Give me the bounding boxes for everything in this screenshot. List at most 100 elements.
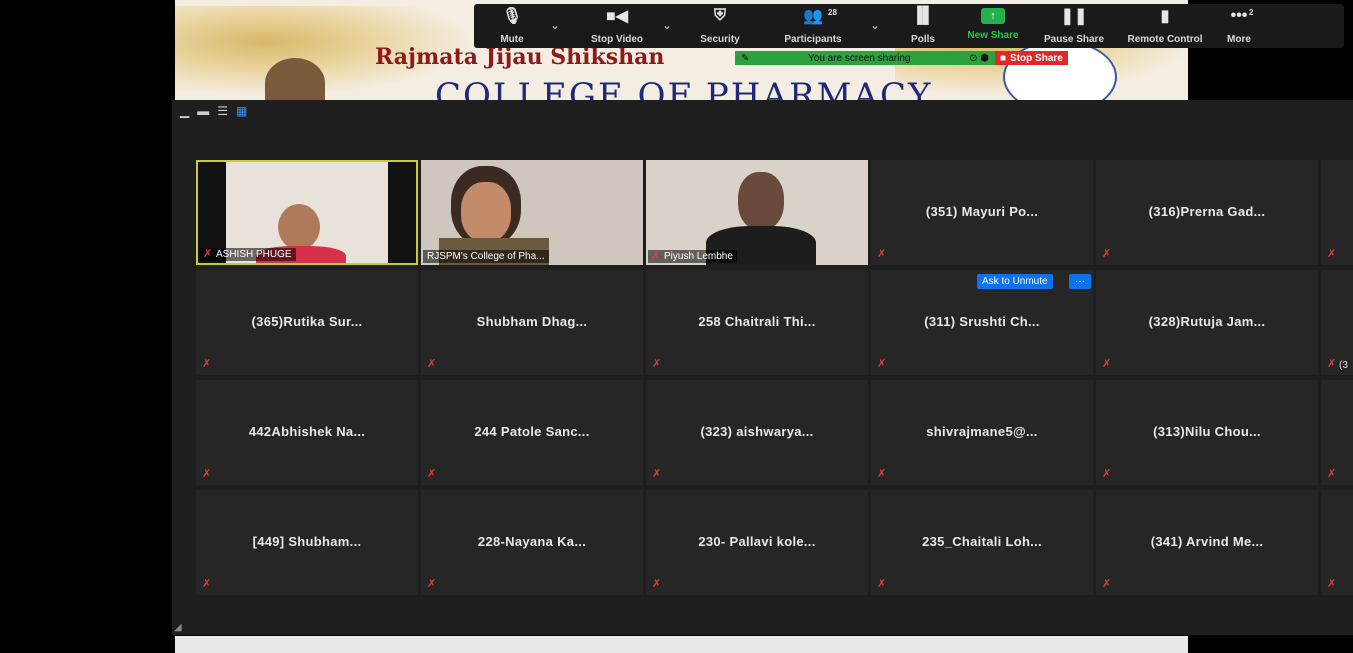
- mouse-icon: ▮: [1160, 8, 1170, 25]
- mic-muted-icon: ✗: [1327, 578, 1337, 590]
- ask-to-unmute-button[interactable]: Ask to Unmute: [977, 274, 1053, 289]
- participant-tile[interactable]: Shubham Dhag... ✗: [421, 270, 643, 375]
- microphone-icon: 🎙: [501, 8, 523, 25]
- participant-tile-partial[interactable]: ✗: [1321, 490, 1353, 595]
- sharing-status-text: You are screen sharing: [808, 52, 911, 64]
- participants-button[interactable]: 👥 28 Participants: [756, 4, 870, 48]
- screen-sharing-banner: ✎ You are screen sharing ⊙ ⬢ ■ Stop Shar…: [735, 51, 1077, 65]
- sharing-controls-icons[interactable]: ⊙ ⬢: [969, 53, 989, 64]
- participant-face: [738, 172, 784, 230]
- mic-muted-icon: ✗: [651, 250, 661, 262]
- view-controls: ▁ ▬ ☰ ▦: [180, 104, 247, 118]
- participant-tile[interactable]: (365)Rutika Sur... ✗: [196, 270, 418, 375]
- resize-handle-icon[interactable]: ◢: [174, 622, 182, 633]
- participant-tile[interactable]: 230- Pallavi kole... ✗: [646, 490, 868, 595]
- participant-tile[interactable]: (316)Prerna Gad... ✗: [1096, 160, 1318, 265]
- participant-name: Shubham Dhag...: [476, 314, 588, 329]
- participant-name: 230- Pallavi kole...: [698, 534, 816, 549]
- participant-name: RJSPM's College of Pha...: [427, 251, 545, 262]
- participant-tile[interactable]: 442Abhishek Na... ✗: [196, 380, 418, 485]
- participant-tile[interactable]: (351) Mayuri Po... ✗: [871, 160, 1093, 265]
- participant-tile-partial[interactable]: ✗: [1321, 160, 1353, 265]
- video-camera-icon: ■◀: [606, 8, 628, 25]
- meeting-toolbar: 🎙 Mute ⌄ ■◀ Stop Video ⌄ ⛨ Security 👥 28 …: [474, 4, 1344, 48]
- mic-muted-icon: ✗: [427, 358, 437, 370]
- participant-tile[interactable]: 235_Chaitali Loh... ✗: [871, 490, 1093, 595]
- mic-muted-icon: ✗: [1327, 468, 1337, 480]
- participant-name: Piyush Lembhe: [664, 251, 733, 262]
- participant-name: 235_Chaitali Loh...: [922, 534, 1042, 549]
- participant-tile[interactable]: (341) Arvind Me... ✗: [1096, 490, 1318, 595]
- participant-name: (365)Rutika Sur...: [251, 314, 363, 329]
- mic-muted-icon: ✗: [652, 468, 662, 480]
- gallery-view-icon[interactable]: ▦: [236, 104, 247, 118]
- mic-muted-icon: ✗: [202, 358, 212, 370]
- mute-button[interactable]: 🎙 Mute: [474, 4, 550, 48]
- audio-options-chevron-icon[interactable]: ⌄: [550, 18, 572, 32]
- participant-tile[interactable]: 244 Patole Sanc... ✗: [421, 380, 643, 485]
- slide-portrait: [265, 58, 325, 100]
- video-tile[interactable]: RJSPM's College of Pha...: [421, 160, 643, 265]
- pause-share-button[interactable]: ❚❚ Pause Share: [1032, 4, 1116, 48]
- stop-video-button[interactable]: ■◀ Stop Video: [572, 4, 662, 48]
- participants-options-chevron-icon[interactable]: ⌄: [870, 18, 892, 32]
- mic-muted-icon: ✗: [877, 358, 887, 370]
- remote-control-button[interactable]: ▮ Remote Control: [1116, 4, 1214, 48]
- stop-square-icon: ■: [1000, 52, 1007, 64]
- mic-muted-icon: ✗: [202, 468, 212, 480]
- participant-tile[interactable]: (328)Rutuja Jam... ✗: [1096, 270, 1318, 375]
- participant-face: [461, 182, 511, 242]
- participant-tile[interactable]: [449] Shubham... ✗: [196, 490, 418, 595]
- mic-muted-icon: ✗: [1102, 578, 1112, 590]
- bar-chart-icon: ▐▌: [911, 7, 935, 24]
- participant-tile-partial[interactable]: ✗ (3: [1321, 270, 1353, 375]
- participants-count: 28: [828, 8, 837, 17]
- participant-name: [449] Shubham...: [252, 534, 362, 549]
- participant-name: ASHISH PHUGE: [216, 249, 292, 260]
- shared-slide-bottom: [175, 636, 1188, 653]
- video-options-chevron-icon[interactable]: ⌄: [662, 18, 684, 32]
- video-tile[interactable]: ✗ Piyush Lembhe: [646, 160, 868, 265]
- speaker-view-icon[interactable]: ▬: [197, 104, 209, 118]
- strip-view-icon[interactable]: ☰: [217, 104, 228, 118]
- mic-muted-icon: ✗: [1327, 358, 1337, 370]
- polls-button[interactable]: ▐▌ Polls: [892, 4, 954, 48]
- mic-muted-icon: ✗: [1102, 248, 1112, 260]
- mic-muted-icon: ✗: [203, 248, 213, 260]
- mic-muted-icon: ✗: [1327, 248, 1337, 260]
- participant-name: 258 Chaitrali Thi...: [698, 314, 816, 329]
- participant-name: 244 Patole Sanc...: [474, 424, 590, 439]
- participant-name: 228-Nayana Ka...: [477, 534, 587, 549]
- participant-tile-partial[interactable]: ✗: [1321, 380, 1353, 485]
- slide-title-line2: COLLEGE OF PHARMACY: [435, 76, 933, 100]
- video-tile[interactable]: ✗ ASHISH PHUGE: [196, 160, 418, 265]
- participant-tile[interactable]: shivrajmane5@... ✗: [871, 380, 1093, 485]
- mic-muted-icon: ✗: [202, 578, 212, 590]
- mic-muted-icon: ✗: [427, 578, 437, 590]
- participant-tile[interactable]: 228-Nayana Ka... ✗: [421, 490, 643, 595]
- participant-tile[interactable]: (323) aishwarya... ✗: [646, 380, 868, 485]
- participant-tile[interactable]: 258 Chaitrali Thi... ✗: [646, 270, 868, 375]
- mic-muted-icon: ✗: [1102, 358, 1112, 370]
- pause-icon: ❚❚: [1060, 8, 1088, 25]
- participant-tile[interactable]: (313)Nilu Chou... ✗: [1096, 380, 1318, 485]
- more-button[interactable]: ••• 2 More: [1214, 4, 1264, 48]
- participant-name: (313)Nilu Chou...: [1153, 424, 1261, 439]
- minimize-icon[interactable]: ▁: [180, 104, 189, 118]
- new-share-button[interactable]: ↑ New Share: [954, 4, 1032, 48]
- mic-muted-icon: ✗: [652, 578, 662, 590]
- participant-name: (351) Mayuri Po...: [925, 204, 1039, 219]
- participant-name-partial: (3: [1339, 360, 1348, 371]
- mic-muted-icon: ✗: [427, 468, 437, 480]
- participant-name: shivrajmane5@...: [926, 424, 1038, 439]
- mic-muted-icon: ✗: [652, 358, 662, 370]
- participant-name: 442Abhishek Na...: [248, 424, 366, 439]
- security-button[interactable]: ⛨ Security: [684, 4, 756, 48]
- tile-more-options-button[interactable]: ···: [1069, 274, 1091, 289]
- stop-share-button[interactable]: ■ Stop Share: [995, 51, 1068, 65]
- participant-name: (341) Arvind Me...: [1150, 534, 1264, 549]
- participant-face: [278, 204, 320, 250]
- mic-muted-icon: ✗: [877, 468, 887, 480]
- sharing-status: ✎ You are screen sharing ⊙ ⬢: [735, 51, 995, 65]
- participant-name: (323) aishwarya...: [700, 424, 814, 439]
